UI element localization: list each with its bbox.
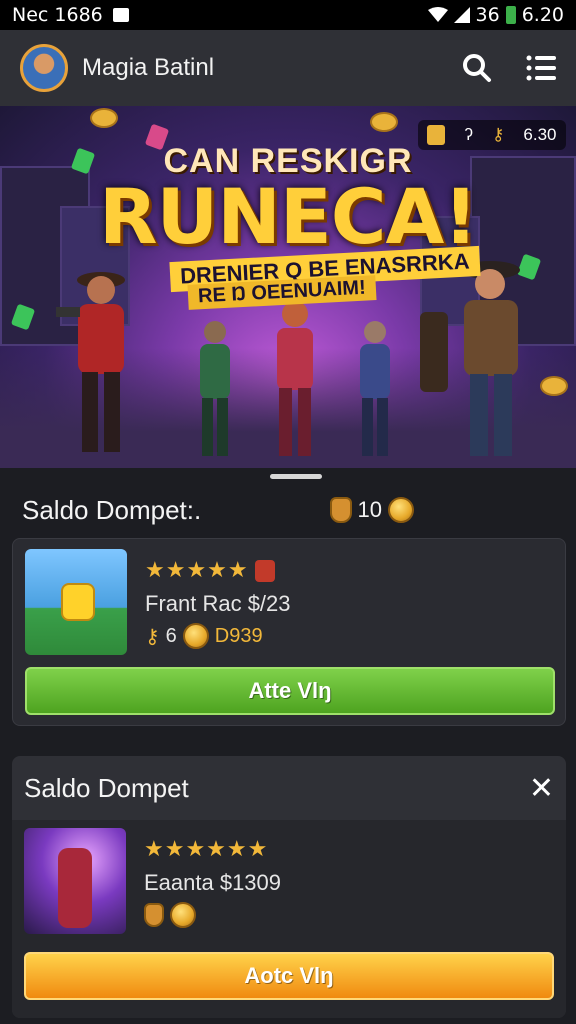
hero-character-right xyxy=(360,321,390,456)
offer-thumbnail xyxy=(25,549,127,655)
battery-value: 6.20 xyxy=(521,4,564,26)
status-bar: Nec 1686 36 6.20 xyxy=(0,0,576,30)
hud-left-value: ʔ xyxy=(464,125,473,144)
offer-thumbnail xyxy=(24,828,126,934)
avatar[interactable] xyxy=(20,44,68,92)
hud-right-value: 6.30 xyxy=(523,125,557,144)
wallet-balance-label: Saldo Dompet:. xyxy=(22,494,202,525)
signal-value: 36 xyxy=(475,4,500,26)
coin-icon xyxy=(90,108,118,128)
hero-character-center xyxy=(277,301,313,456)
app-bar: Magia Batinl xyxy=(0,30,576,106)
buy-button[interactable]: Aotc Vlŋ xyxy=(24,952,554,1000)
coin-icon xyxy=(170,902,196,928)
mascot-icon xyxy=(61,583,95,621)
wallet-balance-row: Saldo Dompet:. 10 xyxy=(0,480,576,540)
buy-button[interactable]: Atte Vlŋ xyxy=(25,667,555,715)
coin-icon xyxy=(370,112,398,132)
status-time: Nec 1686 xyxy=(12,4,103,26)
hero-hud: ʔ ⚷ 6.30 xyxy=(418,120,566,150)
hero-character-mid xyxy=(200,321,230,456)
hero-banner[interactable]: CAN RESKIGR RUNECA! DRENIER Q BE ENASRRK… xyxy=(0,106,576,468)
character-icon xyxy=(58,848,92,928)
offer-card: ★★★★★★ Eaanta $1309 Aotc Vlŋ xyxy=(12,820,566,1018)
offer-name: Eaanta $1309 xyxy=(144,870,282,895)
offer-price: D939 xyxy=(214,624,263,647)
menu-icon[interactable] xyxy=(526,54,556,82)
coin-icon xyxy=(182,623,209,649)
wallet-section: Saldo Dompet ✕ ★★★★★★ Eaanta $1309 Aotc … xyxy=(12,756,566,1018)
offer-meta xyxy=(144,902,196,928)
key-icon: ⚷ xyxy=(491,125,505,144)
cell-signal-icon xyxy=(453,7,470,23)
app-title: Magia Batinl xyxy=(82,54,215,81)
key-icon: ⚷ xyxy=(145,625,160,648)
wallet-balance-value: 10 xyxy=(357,497,382,522)
offer-count: 6 xyxy=(165,624,177,647)
hero-character-left xyxy=(56,272,125,452)
hand-coin-icon xyxy=(144,903,164,927)
rating-stars-text: ★★★★★ xyxy=(145,557,249,582)
hand-coin-icon xyxy=(329,497,352,523)
close-icon[interactable]: ✕ xyxy=(529,771,554,806)
badge-icon xyxy=(254,560,275,583)
section-title: Saldo Dompet xyxy=(24,772,189,803)
offer-name: Frant Rac $/23 xyxy=(145,591,291,616)
coin-icon xyxy=(388,497,414,523)
wifi-icon xyxy=(427,7,448,22)
gold-bar-icon xyxy=(427,125,446,145)
rating-stars: ★★★★★ xyxy=(145,557,275,583)
offer-meta: ⚷ 6 D939 xyxy=(145,623,263,649)
offer-card: ★★★★★ Frant Rac $/23 ⚷ 6 D939 Atte Vlŋ xyxy=(12,538,566,726)
battery-icon xyxy=(505,6,516,24)
hero-headline-main: RUNECA! xyxy=(98,172,478,261)
notification-icon xyxy=(112,8,129,22)
section-header: Saldo Dompet ✕ xyxy=(12,756,566,820)
rating-stars: ★★★★★★ xyxy=(144,836,269,861)
search-icon[interactable] xyxy=(462,53,492,83)
drag-handle[interactable] xyxy=(270,474,322,479)
